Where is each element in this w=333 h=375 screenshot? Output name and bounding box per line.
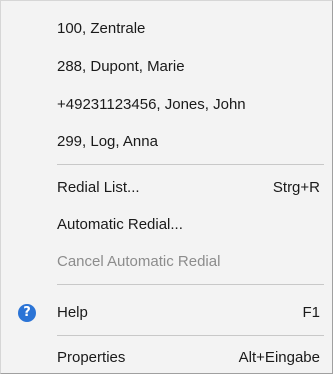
menu-item-label: Cancel Automatic Redial <box>57 253 221 270</box>
menu-item-recent-call-zentrale[interactable]: 100, Zentrale <box>1 12 332 46</box>
menu-item-label: Redial List... <box>57 179 140 196</box>
menu-separator <box>57 164 324 165</box>
menu-item-label: +49231123456, Jones, John <box>57 96 246 113</box>
menu-separator <box>57 284 324 285</box>
menu-item-label: 100, Zentrale <box>57 20 146 37</box>
menu-item-help[interactable]: ? Help F1 <box>1 296 332 330</box>
context-menu: 100, Zentrale 288, Dupont, Marie +492311… <box>0 0 333 374</box>
menu-item-label: Automatic Redial... <box>57 216 183 233</box>
menu-separator <box>57 335 324 336</box>
menu-item-label: 299, Log, Anna <box>57 133 158 150</box>
help-icon: ? <box>18 304 36 322</box>
menu-item-label: Help <box>57 304 88 321</box>
menu-item-shortcut: Alt+Eingabe <box>238 349 320 366</box>
menu-item-shortcut: Strg+R <box>272 179 320 196</box>
menu-item-label: 288, Dupont, Marie <box>57 58 185 75</box>
menu-item-shortcut: F1 <box>302 304 320 321</box>
menu-item-properties[interactable]: Properties Alt+Eingabe <box>1 341 332 375</box>
menu-item-recent-call-log[interactable]: 299, Log, Anna <box>1 125 332 159</box>
menu-item-label: Properties <box>57 349 126 366</box>
menu-item-recent-call-jones[interactable]: +49231123456, Jones, John <box>1 88 332 122</box>
menu-item-recent-call-dupont[interactable]: 288, Dupont, Marie <box>1 50 332 84</box>
menu-item-automatic-redial[interactable]: Automatic Redial... <box>1 208 332 242</box>
menu-item-redial-list[interactable]: Redial List... Strg+R <box>1 171 332 205</box>
menu-item-cancel-automatic-redial: Cancel Automatic Redial <box>1 245 332 279</box>
